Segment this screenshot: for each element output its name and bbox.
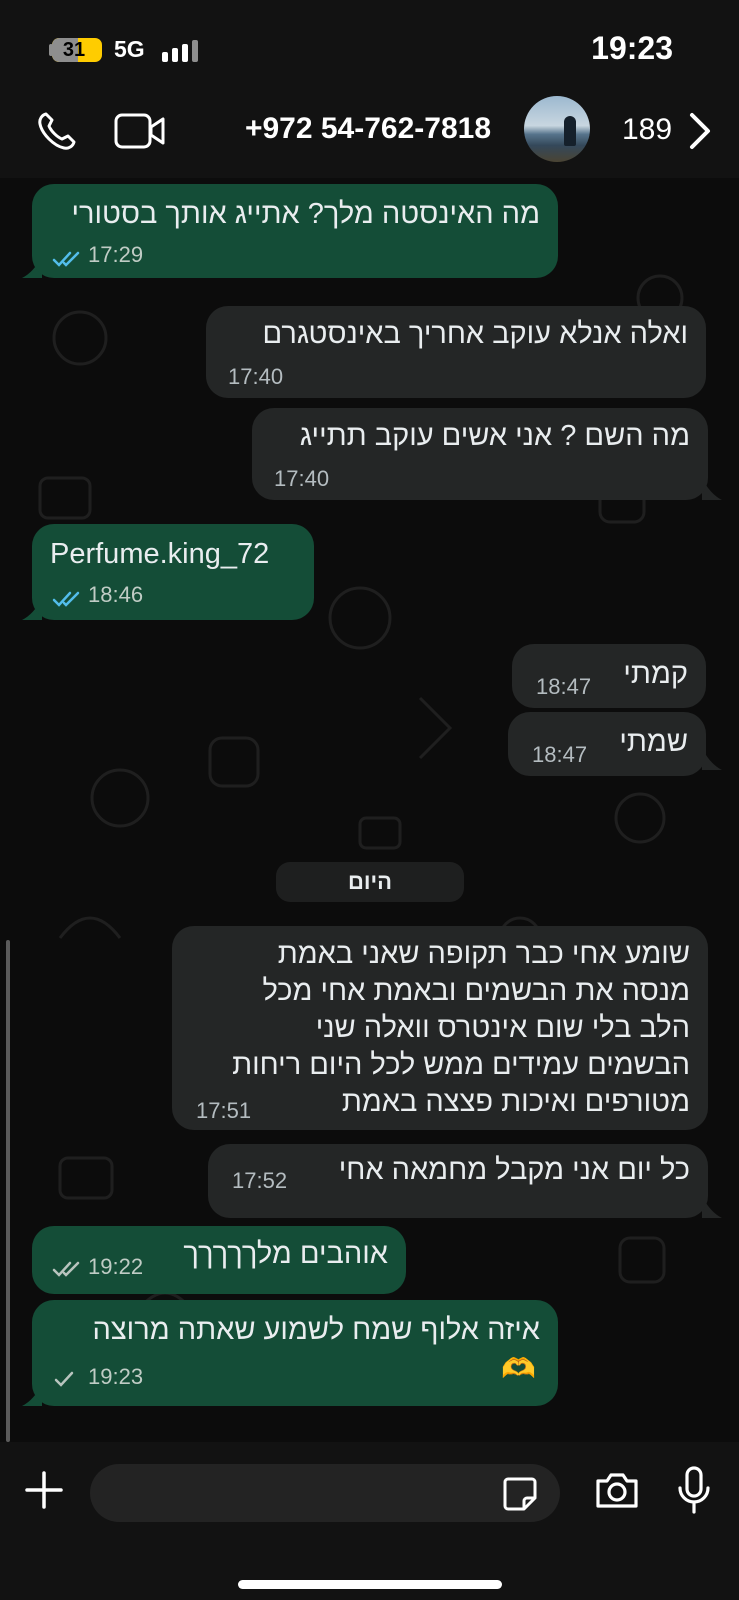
message-time: 17:51 [196, 1098, 252, 1123]
camera-icon[interactable] [594, 1470, 640, 1515]
message-text: כל יום אני מקבל מחמאה אחי [338, 1154, 690, 1186]
message-text: שומע אחי כבר תקופה שאני באמת מנסה את הבש… [190, 936, 690, 1121]
read-ticks-icon [52, 591, 80, 607]
scrollbar[interactable] [6, 940, 10, 1442]
message-input-placeholder [90, 1464, 470, 1522]
message-text: Perfume.king_72 [50, 538, 270, 570]
message-time: 17:40 [274, 466, 330, 491]
message-bubble[interactable]: Perfume.king_72 18:46 [32, 524, 314, 620]
date-separator: היום [276, 862, 464, 902]
message-text: מה האינסטה מלך? אתייג אותך בסטורי [71, 198, 541, 230]
message-time: 19:22 [88, 1254, 144, 1279]
message-bubble[interactable]: מה האינסטה מלך? אתייג אותך בסטורי 17:29 [32, 184, 558, 278]
message-time: 18:47 [536, 674, 592, 699]
delivered-ticks-icon [52, 1261, 80, 1277]
avatar[interactable] [524, 96, 590, 162]
unread-count: 189 [622, 113, 673, 146]
status-bar: 31 5G 19:23 [0, 0, 739, 96]
message-bubble[interactable]: כל יום אני מקבל מחמאה אחי 17:52 [208, 1144, 708, 1218]
message-bubble[interactable]: מה השם ? אני אשים עוקב תתייג 17:40 [252, 408, 708, 500]
video-icon[interactable] [114, 112, 166, 155]
sent-tick-icon [54, 1371, 74, 1387]
message-bubble[interactable]: אוהבים מלךךךךך 19:22 [32, 1226, 406, 1294]
battery-tip [49, 44, 53, 56]
message-time: 18:47 [532, 742, 588, 767]
home-indicator[interactable] [238, 1580, 502, 1589]
heart-hands-emoji: 🫶 [501, 1353, 536, 1384]
plus-icon[interactable] [24, 1470, 64, 1515]
message-text: ואלה אנלא עוקב אחריך באינסטגרם [262, 318, 688, 350]
chevron-right-icon[interactable] [688, 112, 712, 155]
message-line: הבשמים עמידים ממש לכל היום ריחות [232, 1049, 690, 1081]
input-bar [0, 1442, 739, 1600]
chat-header: +972 54-762-7818 189 [0, 96, 739, 178]
message-text: איזה אלוף שמח לשמוע שאתה מרוצה [92, 1314, 541, 1346]
read-ticks-icon [52, 251, 80, 267]
message-text: מה השם ? אני אשים עוקב תתייג [299, 420, 690, 452]
message-line: מנסה את הבשמים ובאמת אחי מכל [262, 975, 690, 1007]
message-time: 17:40 [228, 364, 284, 389]
message-line: מטורפים ואיכות פצצה באמת [341, 1086, 690, 1118]
message-bubble[interactable]: קמתי 18:47 [512, 644, 706, 708]
network-type: 5G [114, 36, 145, 62]
message-time: 18:46 [88, 582, 144, 607]
battery-level: 31 [62, 39, 86, 61]
contact-name[interactable]: +972 54-762-7818 [230, 112, 506, 146]
status-time: 19:23 [591, 30, 673, 66]
message-bubble[interactable]: שומע אחי כבר תקופה שאני באמת מנסה את הבש… [172, 926, 708, 1130]
message-time: 19:23 [88, 1364, 144, 1389]
phone-icon[interactable] [36, 110, 78, 157]
message-bubble[interactable]: ואלה אנלא עוקב אחריך באינסטגרם 17:40 [206, 306, 706, 398]
message-text: שמתי [619, 726, 688, 758]
message-text: אוהבים מלךךךךך [183, 1238, 388, 1270]
message-time: 17:29 [88, 242, 144, 267]
message-bubble[interactable]: שמתי 18:47 [508, 712, 706, 776]
message-time: 17:52 [232, 1168, 288, 1193]
message-text: קמתי [623, 658, 688, 690]
microphone-icon[interactable] [676, 1466, 712, 1519]
message-bubble[interactable]: איזה אלוף שמח לשמוע שאתה מרוצה 🫶 19:23 [32, 1300, 558, 1406]
message-line: שומע אחי כבר תקופה שאני באמת [277, 938, 690, 970]
sticker-icon[interactable] [502, 1476, 538, 1517]
message-line: הלב בלי שום אינטרס וואלה שני [315, 1012, 690, 1044]
signal-icon [162, 40, 202, 62]
message-input[interactable] [90, 1464, 560, 1522]
chat-area[interactable]: מה האינסטה מלך? אתייג אותך בסטורי 17:29 … [0, 178, 739, 1442]
battery-icon: 31 [52, 38, 102, 62]
